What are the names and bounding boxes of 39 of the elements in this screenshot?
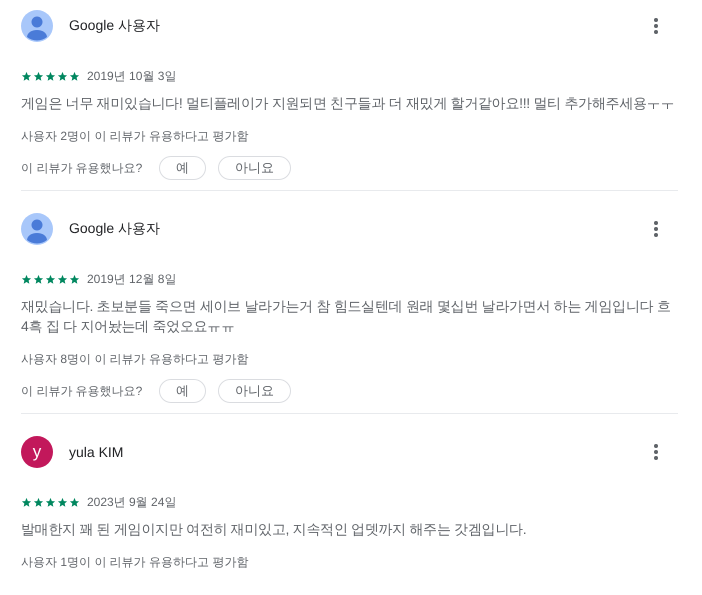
star-icon [57, 71, 68, 82]
star-icon [33, 71, 44, 82]
star-icon [21, 274, 32, 285]
avatar-icon [21, 10, 53, 42]
more-icon[interactable] [654, 18, 658, 34]
helpful-count: 사용자 2명이 이 리뷰가 유용하다고 평가함 [21, 128, 250, 145]
no-button[interactable]: 아니요 [218, 379, 291, 403]
star-icon [21, 497, 32, 508]
yes-button[interactable]: 예 [159, 379, 206, 403]
avatar-icon [21, 213, 53, 245]
author-name: yula KIM [69, 444, 124, 460]
review-date: 2023년 9월 24일 [87, 494, 176, 511]
star-icon [69, 497, 80, 508]
more-icon[interactable] [654, 444, 658, 460]
more-icon[interactable] [654, 221, 658, 237]
helpful-question: 이 리뷰가 유용했나요? [21, 160, 144, 176]
review-text: 재밌습니다. 초보분들 죽으면 세이브 날라가는거 참 힘드실텐데 원래 몇십번 날라가면서 하는 게임입니다 흐4흑 집 다 지어놨는데 죽었오요ㅠㅠ [21, 297, 672, 336]
star-icon [45, 71, 56, 82]
helpful-question: 이 리뷰가 유용했나요? [21, 382, 144, 400]
star-icon [21, 71, 32, 82]
author-name: Google 사용자 [69, 220, 160, 238]
helpful-count: 사용자 1명이 이 리뷰가 유용하다고 평가함 [21, 554, 250, 571]
star-icon [69, 274, 80, 285]
yes-button[interactable]: 예 [159, 156, 206, 180]
review-date: 2019년 12월 8일 [87, 271, 176, 288]
avatar: y [21, 436, 53, 468]
review-date: 2019년 10월 3일 [87, 68, 176, 85]
helpful-count: 사용자 8명이 이 리뷰가 유용하다고 평가함 [21, 351, 250, 368]
star-icon [33, 497, 44, 508]
star-icon [33, 274, 44, 285]
star-icon [45, 497, 56, 508]
author-name: Google 사용자 [69, 17, 160, 35]
review-text: 게임은 너무 재미있습니다! 멀티플레이가 지원되면 친구들과 더 재밌게 할거같아요!!! 멀티 추가해주세용ㅜㅜ [21, 94, 676, 113]
review-text: 발매한지 꽤 된 게임이지만 여전히 재미있고, 지속적인 업뎃까지 해주는 갓겜입니다. [21, 520, 528, 539]
star-icon [57, 274, 68, 285]
no-button[interactable]: 아니요 [218, 156, 291, 180]
star-icon [45, 274, 56, 285]
star-icon [57, 497, 68, 508]
star-icon [69, 71, 80, 82]
